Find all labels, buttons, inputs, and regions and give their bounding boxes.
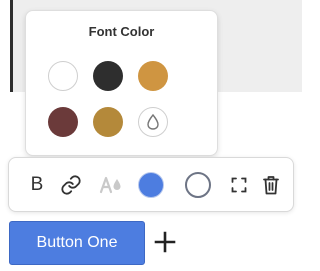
swatch-white[interactable] xyxy=(48,61,78,91)
link-button[interactable] xyxy=(59,171,83,199)
text-style-icon xyxy=(99,176,121,194)
button-one[interactable]: Button One xyxy=(9,221,145,265)
trash-icon xyxy=(263,176,279,195)
droplet-icon xyxy=(147,114,159,130)
text-style-button[interactable] xyxy=(98,171,124,199)
link-icon xyxy=(61,175,81,195)
add-button[interactable] xyxy=(153,230,177,254)
swatch-maroon[interactable] xyxy=(48,107,78,137)
background-color-button[interactable] xyxy=(184,171,212,199)
text-color-button[interactable] xyxy=(137,171,165,199)
bold-icon: B xyxy=(30,174,44,195)
text-color-swatch xyxy=(138,172,164,198)
popover-title: Font Color xyxy=(88,24,155,39)
background-color-swatch xyxy=(185,172,211,198)
swatch-black[interactable] xyxy=(93,61,123,91)
swatch-gold[interactable] xyxy=(93,107,123,137)
background-accent-bar xyxy=(10,0,13,92)
delete-button[interactable] xyxy=(261,171,281,199)
bold-button[interactable]: B xyxy=(28,171,46,199)
fullscreen-icon xyxy=(231,177,247,193)
font-color-popover: Font Color xyxy=(25,10,218,156)
plus-icon xyxy=(154,231,176,253)
swatch-orange[interactable] xyxy=(138,61,168,91)
swatch-transparent[interactable] xyxy=(138,107,168,137)
fullscreen-button[interactable] xyxy=(229,171,249,199)
formatting-toolbar: B xyxy=(8,157,294,212)
